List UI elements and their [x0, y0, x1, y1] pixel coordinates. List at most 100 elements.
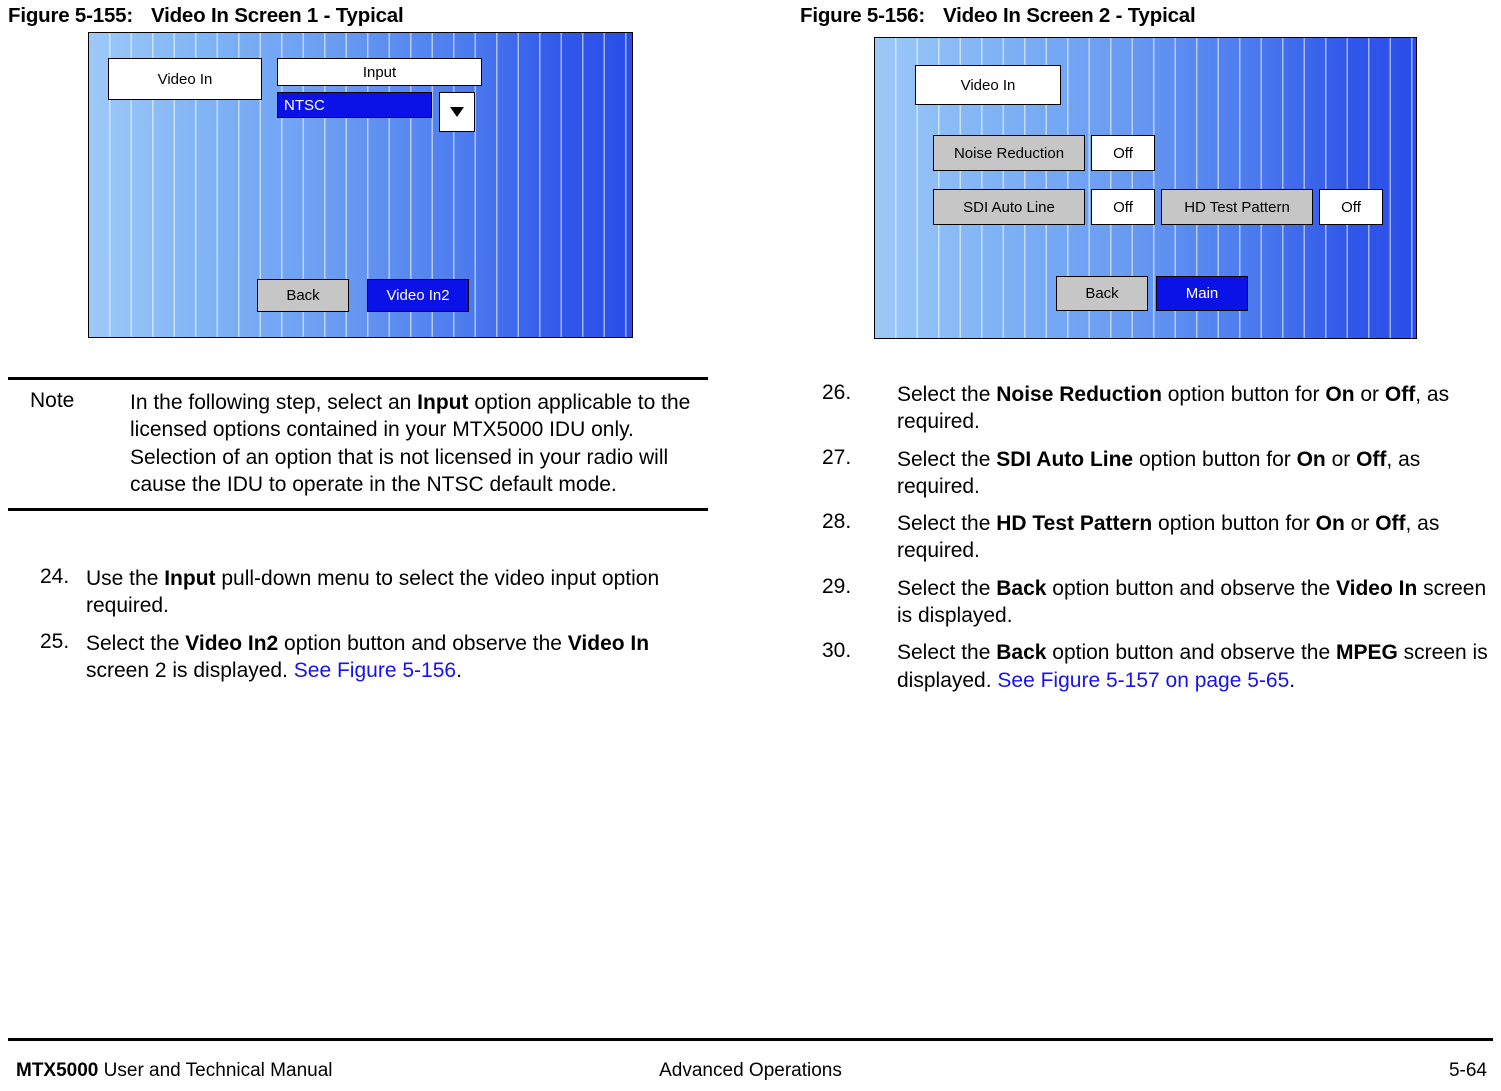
video-in2-button[interactable]: Video In2 [367, 279, 469, 312]
hd-test-pattern-value[interactable]: Off [1319, 189, 1383, 225]
input-dropdown-value[interactable]: NTSC [277, 92, 432, 118]
screen2-back-label: Back [1085, 285, 1119, 302]
noise-reduction-value-label: Off [1113, 144, 1133, 162]
step-28-number: 28. [822, 510, 852, 534]
hd-test-pattern-value-label: Off [1341, 198, 1361, 216]
step-25-text: Select the Video In2 option button and o… [86, 630, 708, 685]
hd-test-pattern-button[interactable]: HD Test Pattern [1161, 189, 1313, 225]
step-29-number: 29. [822, 574, 852, 598]
step-26-text: Select the Noise Reduction option button… [897, 381, 1501, 436]
input-dropdown-value-label: NTSC [284, 96, 325, 114]
sdi-auto-line-button[interactable]: SDI Auto Line [933, 189, 1085, 225]
step-26-a: Select the [897, 383, 997, 406]
sdi-auto-line-value[interactable]: Off [1091, 189, 1155, 225]
step-27-a: Select the [897, 447, 997, 471]
footer-section-name: Advanced Operations [659, 1060, 842, 1081]
step-28-text: Select the HD Test Pattern option button… [897, 510, 1501, 565]
note-text-a: In the following step, select an [130, 391, 418, 414]
figure-155-title: Video In Screen 1 - Typical [151, 4, 404, 27]
step-24-a: Use the [86, 567, 165, 590]
step-26-number: 26. [822, 381, 852, 404]
note-label: Note [30, 389, 75, 412]
screen2-title-label: Video In [960, 76, 1016, 94]
step-26-b3: Off [1384, 383, 1416, 406]
noise-reduction-button[interactable]: Noise Reduction [933, 135, 1085, 171]
sdi-auto-line-label: SDI Auto Line [963, 198, 1055, 216]
footer-page-number: 5-64 [1448, 1060, 1487, 1081]
figure-155-caption: Figure 5-155: Video In Screen 1 - Typical [8, 4, 404, 28]
figure-155-number: Figure 5-155: [8, 4, 133, 27]
chevron-down-icon[interactable] [439, 92, 475, 132]
step-29-c: option button and observe the [1046, 576, 1336, 600]
step-29-a: Select the [897, 576, 997, 600]
noise-reduction-label: Noise Reduction [953, 144, 1065, 162]
step-30: 30. Select the Back option button and ob… [800, 639, 1501, 694]
step-27: 27. Select the SDI Auto Line option butt… [800, 446, 1501, 501]
main-label: Main [1185, 285, 1219, 302]
footer-divider [8, 1038, 1493, 1041]
step-24-text: Use the Input pull-down menu to select t… [86, 565, 708, 620]
note-block: Note In the following step, select an In… [8, 377, 708, 512]
screen2-back-button[interactable]: Back [1056, 276, 1148, 311]
video-in2-label: Video In2 [386, 287, 450, 304]
right-steps-list: 26. Select the Noise Reduction option bu… [800, 381, 1501, 704]
step-26: 26. Select the Noise Reduction option bu… [800, 381, 1501, 436]
step-28-b2: On [1315, 512, 1345, 536]
screen1-back-button[interactable]: Back [257, 279, 349, 312]
step-24-number: 24. [40, 565, 70, 588]
sdi-auto-line-value-label: Off [1113, 198, 1133, 216]
step-27-b1: SDI Auto Line [996, 447, 1134, 471]
step-25-number: 25. [40, 629, 70, 653]
figure-155-idu-screen: Video In Input NTSC Back Video In2 [88, 32, 633, 338]
step-30-tail: . [1289, 668, 1296, 692]
hd-test-pattern-label: HD Test Pattern [1184, 198, 1290, 216]
step-30-b2: MPEG [1336, 641, 1398, 665]
screen1-title-button[interactable]: Video In [108, 58, 262, 100]
step-26-b1: Noise Reduction [996, 383, 1162, 406]
step-28: 28. Select the HD Test Pattern option bu… [800, 510, 1501, 565]
figure-156-caption: Figure 5-156: Video In Screen 2 - Typical [800, 4, 1196, 28]
step-29-b1: Back [996, 576, 1047, 600]
input-header-label: Input [362, 63, 397, 81]
step-28-d: or [1344, 512, 1376, 536]
step-28-b1: HD Test Pattern [996, 512, 1153, 536]
screen1-back-label: Back [286, 287, 320, 304]
step-27-d: or [1325, 447, 1357, 471]
step-30-text: Select the Back option button and observ… [897, 639, 1501, 694]
step-27-text: Select the SDI Auto Line option button f… [897, 446, 1501, 501]
step-27-b2: On [1296, 447, 1326, 471]
step-25-c: option button and observe the [278, 631, 568, 655]
note-bottom-rule [8, 508, 708, 512]
note-text-bold: Input [417, 391, 469, 414]
step-30-figure-link[interactable]: See Figure 5-157 on page 5-65 [997, 669, 1289, 692]
step-27-b3: Off [1356, 447, 1387, 471]
step-27-c: option button for [1133, 447, 1297, 471]
step-28-c: option button for [1152, 512, 1316, 536]
step-24: 24. Use the Input pull-down menu to sele… [8, 565, 708, 620]
main-button[interactable]: Main [1156, 276, 1248, 311]
figure-156-idu-screen: Video In Noise Reduction Off SDI Auto Li… [874, 37, 1417, 339]
figure-156-number: Figure 5-156: [800, 4, 925, 27]
step-26-c: option button for [1161, 383, 1326, 406]
figure-156-title: Video In Screen 2 - Typical [943, 4, 1196, 27]
step-29-b2: Video In [1336, 576, 1418, 600]
noise-reduction-value[interactable]: Off [1091, 135, 1155, 171]
screen1-title-label: Video In [157, 70, 213, 88]
step-25-tail: . [456, 658, 462, 682]
step-24-b1: Input [164, 567, 216, 590]
step-28-a: Select the [897, 512, 997, 536]
step-29: 29. Select the Back option button and ob… [800, 575, 1501, 630]
step-26-b2: On [1325, 383, 1355, 406]
step-30-c: option button and observe the [1046, 641, 1336, 665]
step-25-d: screen 2 is displayed. [86, 658, 294, 682]
screen2-title-button[interactable]: Video In [915, 65, 1061, 105]
input-header-button[interactable]: Input [277, 58, 482, 86]
step-26-d: or [1354, 383, 1385, 406]
step-29-text: Select the Back option button and observ… [897, 575, 1501, 630]
step-30-a: Select the [897, 641, 997, 665]
step-25: 25. Select the Video In2 option button a… [8, 630, 708, 685]
step-25-figure-link[interactable]: See Figure 5-156 [294, 659, 456, 682]
step-25-b2: Video In [567, 631, 650, 655]
step-30-number: 30. [822, 639, 852, 663]
step-30-b1: Back [996, 641, 1047, 665]
